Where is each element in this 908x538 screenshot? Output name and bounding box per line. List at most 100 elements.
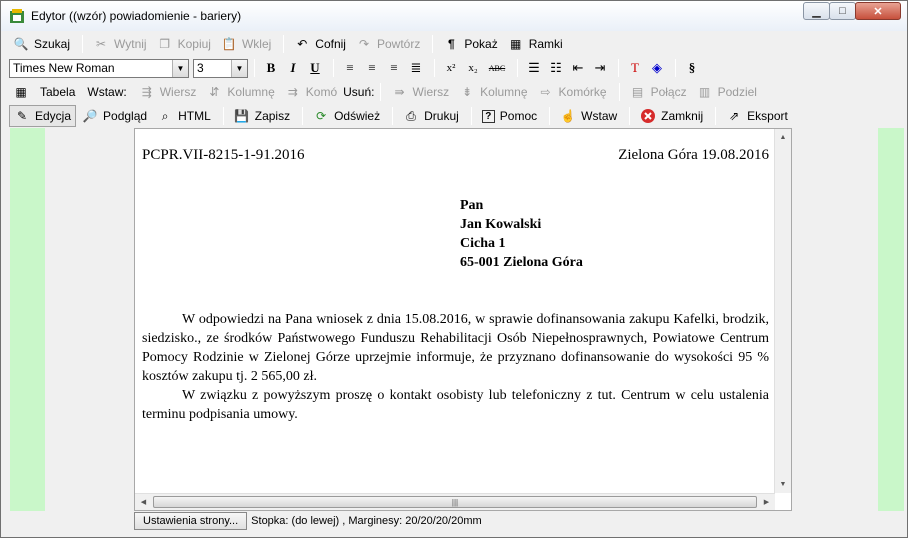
print-button[interactable]: ⎙ Drukuj bbox=[399, 105, 463, 127]
maximize-button[interactable]: □ bbox=[829, 2, 856, 20]
title-bar: Edytor ((wzór) powiadomienie - bariery) … bbox=[1, 1, 907, 31]
align-left-icon[interactable]: ≡ bbox=[340, 58, 360, 78]
address-line: 65-001 Zielona Góra bbox=[460, 255, 583, 270]
font-select[interactable]: Times New Roman ▼ bbox=[9, 58, 189, 78]
help-icon: ? bbox=[481, 109, 495, 123]
hand-pointer-icon: ☝ bbox=[560, 109, 576, 123]
floppy-icon: 💾 bbox=[234, 109, 250, 123]
scroll-up-icon[interactable]: ▲ bbox=[775, 129, 791, 146]
size-select[interactable]: 3 ▼ bbox=[193, 58, 248, 78]
subscript-button[interactable]: x₂ bbox=[463, 58, 483, 78]
numbered-list-icon[interactable]: ☰ bbox=[524, 58, 544, 78]
delete-column-icon: ⇟ bbox=[462, 85, 473, 99]
delete-column-button[interactable]: ⇟ Kolumnę bbox=[455, 81, 531, 103]
document-editor[interactable]: PCPR.VII-8215-1-91.2016 Zielona Góra 19.… bbox=[134, 128, 792, 511]
right-margin-area bbox=[878, 128, 904, 511]
show-button[interactable]: ¶ Pokaż bbox=[439, 33, 501, 55]
bullet-list-icon[interactable]: ☷ bbox=[546, 58, 566, 78]
strikethrough-button[interactable]: ABC bbox=[485, 58, 509, 78]
insert-cell-icon: ⇉ bbox=[287, 85, 298, 99]
delete-row-icon: ⇛ bbox=[394, 85, 405, 99]
insert-row-button[interactable]: ⇶ Wiersz bbox=[135, 81, 201, 103]
delete-label: Usuń: bbox=[343, 85, 375, 99]
undo-icon: ↶ bbox=[297, 37, 308, 51]
merge-icon: ▤ bbox=[631, 85, 644, 99]
chevron-down-icon: ▼ bbox=[231, 59, 247, 77]
table-label: Tabela bbox=[40, 85, 76, 99]
search-button[interactable]: 🔍 Szukaj bbox=[9, 33, 74, 55]
insert-button[interactable]: ☝ Wstaw bbox=[556, 105, 621, 127]
delete-cell-button[interactable]: ⇨ Komórkę bbox=[534, 81, 611, 103]
split-icon: ▥ bbox=[698, 85, 711, 99]
insert-row-icon: ⇶ bbox=[141, 85, 152, 99]
merge-cells-button[interactable]: ▤ Połącz bbox=[626, 81, 691, 103]
redo-button[interactable]: ↷ Powtórz bbox=[352, 33, 424, 55]
edit-toolbar: 🔍 Szukaj ✂ Wytnij ❐ Kopiuj 📋 Wklej ↶ Cofnij ↷… bbox=[1, 32, 907, 56]
letter-body: W odpowiedzi na Pana wniosek z dnia 15.0… bbox=[142, 310, 769, 424]
split-cells-button[interactable]: ▥ Podziel bbox=[693, 81, 761, 103]
indent-icon[interactable]: ⇥ bbox=[590, 58, 610, 78]
close-button[interactable]: Zamknij bbox=[636, 105, 707, 127]
delete-cell-icon: ⇨ bbox=[540, 85, 551, 99]
delete-row-button[interactable]: ⇛ Wiersz bbox=[387, 81, 453, 103]
cut-button[interactable]: ✂ Wytnij bbox=[89, 33, 151, 55]
preview-button[interactable]: 🔎 Podgląd bbox=[78, 105, 151, 127]
table-toolbar: ▦ Tabela Wstaw: ⇶ Wiersz ⇵ Kolumnę ⇉ Komó U… bbox=[1, 80, 907, 104]
paste-button[interactable]: 📋 Wklej bbox=[217, 33, 275, 55]
table-button[interactable]: ▦ bbox=[9, 81, 38, 103]
align-right-icon[interactable]: ≡ bbox=[384, 58, 404, 78]
status-bar: Ustawienia strony... Stopka: (do lewej) … bbox=[134, 512, 792, 530]
vertical-scrollbar[interactable]: ▲ ▼ bbox=[774, 129, 791, 493]
pilcrow-icon: ¶ bbox=[448, 37, 455, 51]
recipient-address: Pan Jan Kowalski Cicha 1 65-001 Zielona … bbox=[460, 196, 769, 272]
format-toolbar: Times New Roman ▼ 3 ▼ B I U ≡ ≡ ≡ ≣ x² x₂ … bbox=[1, 56, 907, 80]
document-content[interactable]: PCPR.VII-8215-1-91.2016 Zielona Góra 19.… bbox=[142, 147, 769, 424]
align-center-icon[interactable]: ≡ bbox=[362, 58, 382, 78]
close-icon bbox=[640, 108, 656, 124]
page-settings-button[interactable]: Ustawienia strony... bbox=[134, 512, 248, 530]
underline-button[interactable]: U bbox=[305, 58, 325, 78]
export-button[interactable]: ⇗ Eksport bbox=[722, 105, 792, 127]
insert-cell-button[interactable]: ⇉ Komó bbox=[281, 81, 341, 103]
scroll-right-icon[interactable]: ▶ bbox=[758, 494, 775, 511]
copy-button[interactable]: ❐ Kopiuj bbox=[153, 33, 215, 55]
printer-icon: ⎙ bbox=[406, 108, 416, 123]
insert-column-button[interactable]: ⇵ Kolumnę bbox=[202, 81, 278, 103]
minimize-button[interactable]: ▁ bbox=[803, 2, 830, 20]
app-icon bbox=[9, 8, 25, 24]
superscript-button[interactable]: x² bbox=[441, 58, 461, 78]
scroll-thumb[interactable]: ||| bbox=[153, 496, 757, 508]
undo-button[interactable]: ↶ Cofnij bbox=[290, 33, 350, 55]
paragraph: W związku z powyższym proszę o kontakt o… bbox=[142, 388, 769, 422]
section-button[interactable]: § bbox=[682, 58, 702, 78]
binoculars-icon: 🔍 bbox=[13, 37, 29, 51]
html-icon: ⌕ bbox=[161, 108, 169, 123]
scroll-down-icon[interactable]: ▼ bbox=[775, 476, 791, 493]
refresh-button[interactable]: ⟳ Odśwież bbox=[309, 105, 384, 127]
help-button[interactable]: ? Pomoc bbox=[478, 105, 541, 127]
edit-mode-button[interactable]: ✎ Edycja bbox=[9, 105, 77, 127]
preview-icon: 🔎 bbox=[82, 109, 98, 123]
address-line: Cicha 1 bbox=[460, 236, 506, 251]
reference-number: PCPR.VII-8215-1-91.2016 bbox=[142, 147, 305, 163]
scroll-left-icon[interactable]: ◀ bbox=[135, 494, 152, 511]
export-icon: ⇗ bbox=[729, 109, 740, 123]
redo-icon: ↷ bbox=[358, 37, 370, 51]
outdent-icon[interactable]: ⇤ bbox=[568, 58, 588, 78]
frames-button[interactable]: ▦ Ramki bbox=[504, 33, 567, 55]
background-color-icon[interactable]: ◈ bbox=[647, 58, 667, 78]
window-title: Edytor ((wzór) powiadomienie - bariery) bbox=[31, 9, 242, 23]
html-button[interactable]: ⌕ HTML bbox=[153, 105, 215, 127]
insert-column-icon: ⇵ bbox=[209, 85, 220, 99]
table-icon: ▦ bbox=[15, 85, 27, 99]
italic-button[interactable]: I bbox=[283, 58, 303, 78]
refresh-icon: ⟳ bbox=[316, 109, 327, 123]
horizontal-scrollbar[interactable]: ◀ ||| ▶ bbox=[135, 493, 775, 510]
text-color-icon[interactable]: T bbox=[625, 58, 645, 78]
edit-icon: ✎ bbox=[16, 109, 28, 123]
chevron-down-icon: ▼ bbox=[172, 59, 188, 77]
close-window-button[interactable]: ✕ bbox=[855, 2, 901, 20]
save-button[interactable]: 💾 Zapisz bbox=[230, 105, 294, 127]
align-justify-icon[interactable]: ≣ bbox=[406, 58, 426, 78]
bold-button[interactable]: B bbox=[261, 58, 281, 78]
